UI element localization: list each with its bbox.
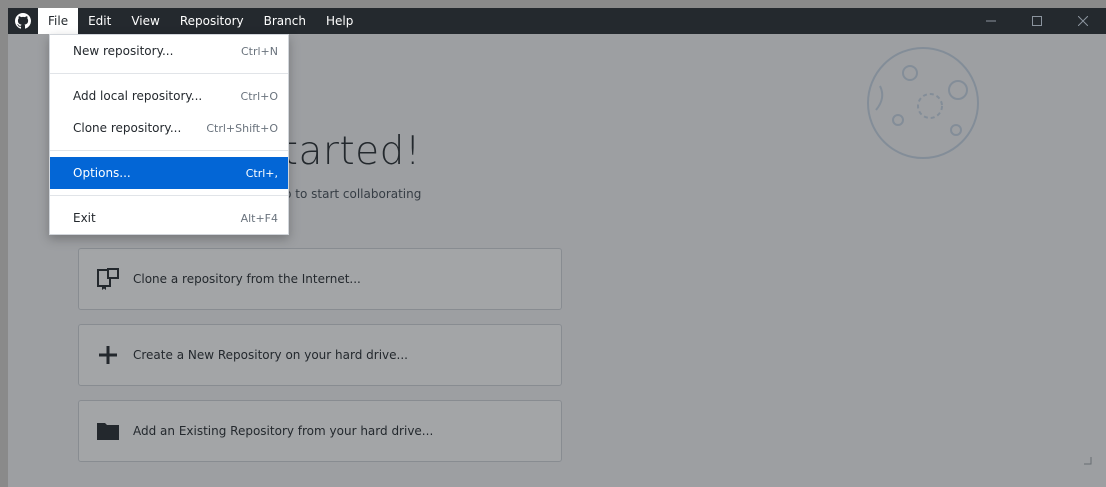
menu-bar: File Edit View Repository Branch Help: [38, 8, 363, 34]
app-window: File Edit View Repository Branch Help Le…: [8, 8, 1106, 487]
menu-view[interactable]: View: [121, 8, 169, 34]
menu-separator: [50, 150, 288, 151]
menu-separator: [50, 73, 288, 74]
menu-item-shortcut: Ctrl+,: [245, 166, 278, 180]
menu-item-shortcut: Alt+F4: [240, 211, 278, 225]
window-controls: [968, 8, 1106, 34]
menu-help[interactable]: Help: [316, 8, 363, 34]
file-menu-dropdown: New repository... Ctrl+N Add local repos…: [49, 34, 289, 235]
menu-item-options[interactable]: Options... Ctrl+,: [50, 157, 288, 189]
menu-item-exit[interactable]: Exit Alt+F4: [50, 202, 288, 234]
menu-item-clone-repository[interactable]: Clone repository... Ctrl+Shift+O: [50, 112, 288, 144]
title-bar: File Edit View Repository Branch Help: [8, 8, 1106, 34]
menu-item-label: Add local repository...: [73, 89, 203, 103]
menu-item-label: Clone repository...: [73, 121, 182, 135]
menu-item-label: Exit: [73, 211, 96, 225]
menu-branch[interactable]: Branch: [254, 8, 316, 34]
menu-item-shortcut: Ctrl+Shift+O: [206, 121, 278, 135]
menu-edit[interactable]: Edit: [78, 8, 121, 34]
maximize-icon[interactable]: [1014, 8, 1060, 34]
menu-item-shortcut: Ctrl+O: [240, 89, 278, 103]
menu-item-shortcut: Ctrl+N: [240, 44, 278, 58]
menu-repository[interactable]: Repository: [170, 8, 254, 34]
menu-item-label: New repository...: [73, 44, 174, 58]
menu-item-add-local-repository[interactable]: Add local repository... Ctrl+O: [50, 80, 288, 112]
github-logo-icon[interactable]: [8, 8, 38, 34]
menu-item-new-repository[interactable]: New repository... Ctrl+N: [50, 35, 288, 67]
close-icon[interactable]: [1060, 8, 1106, 34]
menu-file[interactable]: File: [38, 8, 79, 34]
menu-separator: [50, 195, 288, 196]
minimize-icon[interactable]: [968, 8, 1014, 34]
menu-item-label: Options...: [73, 166, 131, 180]
